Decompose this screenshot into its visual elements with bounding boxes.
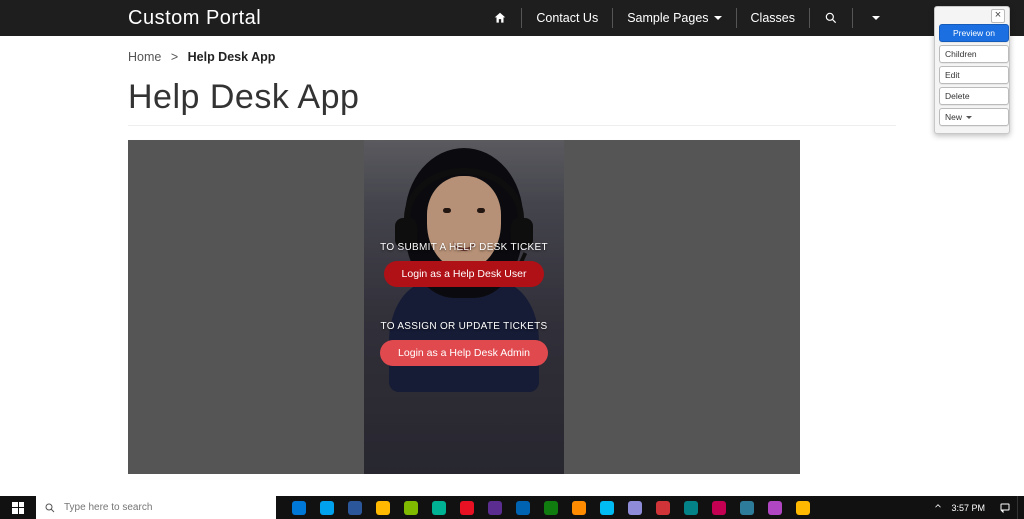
cms-new-label: New	[945, 112, 962, 122]
taskbar-app-12[interactable]	[622, 496, 648, 519]
app-icon	[628, 501, 642, 515]
taskbar-app-8[interactable]	[510, 496, 536, 519]
taskbar-app-0[interactable]	[286, 496, 312, 519]
chevron-down-icon	[714, 16, 722, 20]
taskbar-search[interactable]	[36, 496, 276, 519]
home-icon	[493, 11, 507, 25]
app-icon	[432, 501, 446, 515]
app-icon	[656, 501, 670, 515]
brand-title[interactable]: Custom Portal	[128, 7, 261, 30]
app-icon	[684, 501, 698, 515]
taskbar-app-4[interactable]	[398, 496, 424, 519]
taskbar-app-1[interactable]	[314, 496, 340, 519]
chevron-down-icon	[872, 16, 880, 20]
login-help-desk-admin-button[interactable]: Login as a Help Desk Admin	[380, 340, 548, 366]
cms-children-button[interactable]: Children	[939, 45, 1009, 63]
cms-edit-button[interactable]: Edit	[939, 66, 1009, 84]
taskbar-app-13[interactable]	[650, 496, 676, 519]
hero-cta-group: TO SUBMIT A HELP DESK TICKET Login as a …	[128, 242, 800, 366]
app-icon	[544, 501, 558, 515]
app-icon	[376, 501, 390, 515]
cms-admin-panel[interactable]: × Preview on Children Edit Delete New	[934, 6, 1010, 134]
start-button[interactable]	[0, 496, 36, 519]
app-icon	[600, 501, 614, 515]
nav-contact-us[interactable]: Contact Us	[522, 0, 612, 36]
taskbar-app-17[interactable]	[762, 496, 788, 519]
hero-submit-label: TO SUBMIT A HELP DESK TICKET	[128, 242, 800, 253]
breadcrumb-home[interactable]: Home	[128, 50, 161, 64]
cms-admin-panel-header[interactable]: ×	[939, 11, 1005, 21]
windows-taskbar: 3:57 PM	[0, 496, 1024, 519]
nav-classes[interactable]: Classes	[737, 0, 809, 36]
close-icon: ×	[995, 9, 1001, 21]
nav-sample-pages-label: Sample Pages	[627, 11, 708, 25]
nav-sample-pages[interactable]: Sample Pages	[613, 0, 735, 36]
app-icon	[404, 501, 418, 515]
windows-logo-icon	[12, 502, 24, 514]
taskbar-app-16[interactable]	[734, 496, 760, 519]
hero-panel: TO SUBMIT A HELP DESK TICKET Login as a …	[128, 140, 800, 474]
taskbar-app-10[interactable]	[566, 496, 592, 519]
page-title: Help Desk App	[128, 78, 896, 117]
breadcrumb-current: Help Desk App	[188, 50, 276, 64]
app-icon	[488, 501, 502, 515]
search-icon	[44, 502, 56, 514]
cms-new-button[interactable]: New	[939, 108, 1009, 126]
chevron-up-icon	[933, 501, 943, 511]
chevron-down-icon	[966, 116, 972, 119]
cms-delete-button[interactable]: Delete	[939, 87, 1009, 105]
app-icon	[740, 501, 754, 515]
app-icon	[460, 501, 474, 515]
app-icon	[516, 501, 530, 515]
taskbar-app-9[interactable]	[538, 496, 564, 519]
breadcrumb: Home > Help Desk App	[128, 50, 896, 64]
search-icon	[824, 11, 838, 25]
show-desktop-button[interactable]	[1017, 496, 1024, 519]
page-content: Home > Help Desk App Help Desk App	[0, 50, 1024, 474]
app-icon	[348, 501, 362, 515]
nav-user-menu[interactable]	[853, 0, 894, 36]
login-help-desk-user-button[interactable]: Login as a Help Desk User	[384, 261, 545, 287]
title-divider	[128, 125, 896, 126]
nav-search[interactable]	[810, 0, 852, 36]
app-icon	[292, 501, 306, 515]
app-icon	[572, 501, 586, 515]
app-icon	[712, 501, 726, 515]
taskbar-clock-time: 3:57 PM	[951, 503, 985, 513]
app-icon	[320, 501, 334, 515]
hero-assign-label: TO ASSIGN OR UPDATE TICKETS	[128, 321, 800, 332]
taskbar-clock[interactable]: 3:57 PM	[951, 503, 991, 513]
tray-overflow-button[interactable]	[933, 501, 943, 514]
taskbar-app-6[interactable]	[454, 496, 480, 519]
taskbar-app-11[interactable]	[594, 496, 620, 519]
taskbar-app-2[interactable]	[342, 496, 368, 519]
taskbar-app-5[interactable]	[426, 496, 452, 519]
taskbar-tray: 3:57 PM	[927, 496, 1017, 519]
taskbar-search-input[interactable]	[62, 501, 268, 514]
cms-admin-panel-close-button[interactable]: ×	[991, 9, 1005, 23]
taskbar-app-3[interactable]	[370, 496, 396, 519]
app-icon	[796, 501, 810, 515]
taskbar-apps	[286, 496, 816, 519]
notifications-icon[interactable]	[999, 502, 1011, 514]
cms-preview-toggle-button[interactable]: Preview on	[939, 24, 1009, 42]
taskbar-app-7[interactable]	[482, 496, 508, 519]
app-icon	[768, 501, 782, 515]
taskbar-app-18[interactable]	[790, 496, 816, 519]
top-navbar: Custom Portal Contact Us Sample Pages Cl…	[0, 0, 1024, 36]
taskbar-app-14[interactable]	[678, 496, 704, 519]
nav-home[interactable]	[479, 0, 521, 36]
taskbar-app-15[interactable]	[706, 496, 732, 519]
breadcrumb-separator: >	[171, 50, 178, 64]
